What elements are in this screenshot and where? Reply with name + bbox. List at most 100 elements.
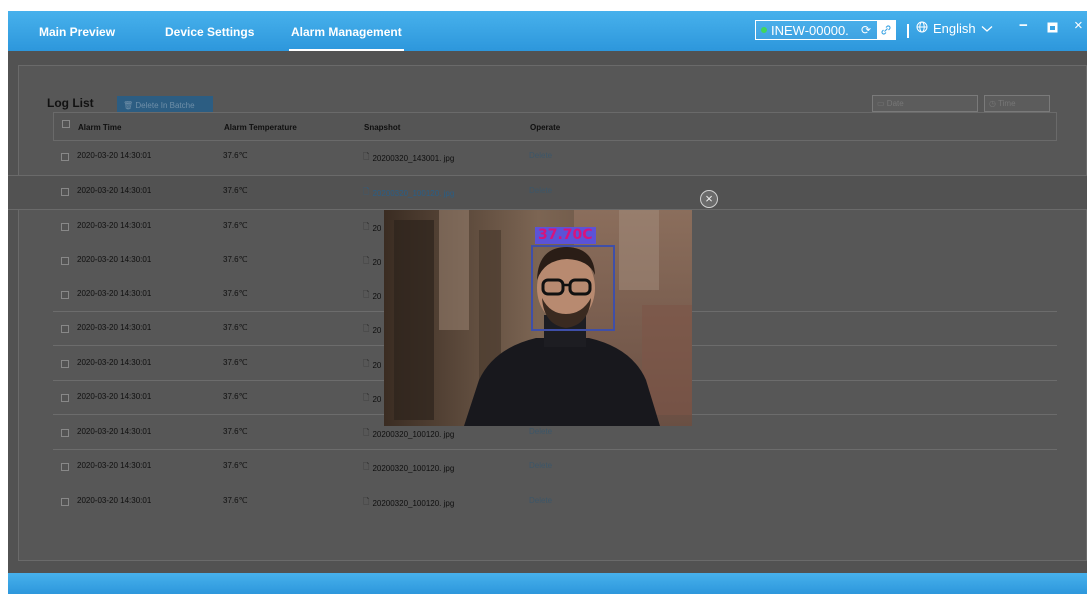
row-checkbox[interactable] bbox=[61, 498, 69, 506]
snapshot-link[interactable]: 🗋 20 bbox=[363, 255, 381, 269]
language-selector[interactable]: English bbox=[916, 21, 993, 36]
calendar-icon: ▭ bbox=[877, 99, 885, 108]
row-checkbox[interactable] bbox=[61, 360, 69, 368]
status-bar bbox=[8, 573, 1087, 594]
select-all-checkbox[interactable] bbox=[62, 120, 70, 128]
file-icon: 🗋 bbox=[363, 462, 370, 471]
snapshot-filename: 20 bbox=[372, 223, 382, 233]
row-checkbox[interactable] bbox=[61, 223, 69, 231]
chevron-down-icon bbox=[981, 21, 993, 36]
divider bbox=[907, 24, 909, 38]
refresh-icon[interactable]: ⟳ bbox=[861, 23, 871, 37]
table-header: Alarm Time Alarm Temperature Snapshot Op… bbox=[53, 112, 1057, 141]
snapshot-filename: 20 bbox=[372, 394, 382, 404]
file-icon: 🗋 bbox=[363, 324, 370, 333]
alarm-time-cell: 2020-03-20 14:30:01 bbox=[77, 496, 152, 505]
alarm-temperature-cell: 37.6℃ bbox=[223, 221, 248, 230]
file-icon: 🗋 bbox=[363, 393, 370, 402]
close-window-button[interactable]: × bbox=[1074, 17, 1083, 34]
alarm-temperature-cell: 37.6℃ bbox=[223, 358, 248, 367]
row-checkbox[interactable] bbox=[61, 429, 69, 437]
snapshot-link[interactable]: 🗋 20 bbox=[363, 392, 381, 406]
snapshot-preview: 37.70C bbox=[384, 210, 692, 426]
alarm-temperature-cell: 37.6℃ bbox=[223, 151, 248, 160]
close-preview-button[interactable]: × bbox=[700, 190, 718, 208]
column-header-snapshot: Snapshot bbox=[364, 123, 401, 132]
row-checkbox[interactable] bbox=[61, 188, 69, 196]
link-icon[interactable] bbox=[877, 21, 895, 39]
delete-link[interactable]: Delete bbox=[529, 151, 552, 160]
minimize-button[interactable]: − bbox=[1019, 17, 1028, 34]
alarm-time-cell: 2020-03-20 14:30:01 bbox=[77, 461, 152, 470]
snapshot-filename: 20200320_100120. jpg bbox=[372, 498, 455, 508]
snapshot-link[interactable]: 🗋 20 bbox=[363, 221, 381, 235]
file-icon: 🗋 bbox=[363, 187, 370, 196]
alarm-time-cell: 2020-03-20 14:30:01 bbox=[77, 392, 152, 401]
device-selector[interactable]: INEW-00000. ⟳ bbox=[755, 20, 896, 40]
alarm-time-cell: 2020-03-20 14:30:01 bbox=[77, 255, 152, 264]
snapshot-link[interactable]: 🗋 20200320_100120. jpg bbox=[363, 461, 454, 475]
alarm-time-cell: 2020-03-20 14:30:01 bbox=[77, 186, 152, 195]
delete-link[interactable]: Delete bbox=[529, 461, 552, 470]
delete-link[interactable]: Delete bbox=[529, 186, 552, 195]
alarm-temperature-cell: 37.6℃ bbox=[223, 255, 248, 264]
tab-main-preview[interactable]: Main Preview bbox=[39, 11, 115, 51]
tab-device-settings[interactable]: Device Settings bbox=[165, 11, 254, 51]
alarm-time-cell: 2020-03-20 14:30:01 bbox=[77, 289, 152, 298]
snapshot-filename: 20200320_100120. jpg bbox=[372, 429, 455, 439]
alarm-temperature-cell: 37.6℃ bbox=[223, 186, 248, 195]
snapshot-link[interactable]: 🗋 20200320_100120. jpg bbox=[363, 496, 454, 510]
alarm-temperature-cell: 37.6℃ bbox=[223, 461, 248, 470]
alarm-time-cell: 2020-03-20 14:30:01 bbox=[77, 323, 152, 332]
row-checkbox[interactable] bbox=[61, 291, 69, 299]
snapshot-filename: 20200320_100120. jpg bbox=[372, 188, 455, 198]
snapshot-filename: 20 bbox=[372, 291, 382, 301]
snapshot-filename: 20 bbox=[372, 325, 382, 335]
file-icon: 🗋 bbox=[363, 256, 370, 265]
alarm-temperature-cell: 37.6℃ bbox=[223, 496, 248, 505]
column-header-alarm-temperature: Alarm Temperature bbox=[224, 123, 297, 132]
file-icon: 🗋 bbox=[363, 359, 370, 368]
language-label: English bbox=[933, 21, 976, 36]
delete-in-batch-label: Delete In Batche bbox=[135, 101, 195, 110]
snapshot-filename: 20 bbox=[372, 360, 382, 370]
alarm-temperature-cell: 37.6℃ bbox=[223, 427, 248, 436]
file-icon: 🗋 bbox=[363, 222, 370, 231]
table-row[interactable]: 2020-03-20 14:30:01 37.6℃ 🗋 20200320_100120… bbox=[53, 485, 1057, 519]
snapshot-link[interactable]: 🗋 20 bbox=[363, 358, 381, 372]
table-row[interactable]: 2020-03-20 14:30:01 37.6℃ 🗋 20200320_143001… bbox=[53, 140, 1057, 174]
snapshot-link[interactable]: 🗋 20200320_100120. jpg bbox=[363, 186, 454, 200]
table-row[interactable]: 2020-03-20 14:30:01 37.6℃ 🗋 20200320_100120… bbox=[53, 175, 1057, 209]
alarm-time-cell: 2020-03-20 14:30:01 bbox=[77, 427, 152, 436]
alarm-temperature-cell: 37.6℃ bbox=[223, 392, 248, 401]
row-checkbox[interactable] bbox=[61, 325, 69, 333]
delete-link[interactable]: Delete bbox=[529, 427, 552, 436]
snapshot-filename: 20 bbox=[372, 257, 382, 267]
snapshot-link[interactable]: 🗋 20200320_100120. jpg bbox=[363, 427, 454, 441]
row-checkbox[interactable] bbox=[61, 257, 69, 265]
alarm-time-cell: 2020-03-20 14:30:01 bbox=[77, 151, 152, 160]
title-bar: Main Preview Device Settings Alarm Manag… bbox=[8, 11, 1087, 51]
alarm-time-cell: 2020-03-20 14:30:01 bbox=[77, 358, 152, 367]
snapshot-link[interactable]: 🗋 20200320_143001. jpg bbox=[363, 151, 454, 165]
maximize-button[interactable] bbox=[1047, 20, 1058, 37]
clock-icon: ◷ bbox=[989, 99, 996, 108]
table-row[interactable]: 2020-03-20 14:30:01 37.6℃ 🗋 20200320_100120… bbox=[53, 450, 1057, 484]
row-checkbox[interactable] bbox=[61, 153, 69, 161]
temperature-label: 37.70C bbox=[535, 227, 596, 244]
tab-alarm-management[interactable]: Alarm Management bbox=[289, 11, 404, 51]
time-filter[interactable]: ◷ Time bbox=[984, 95, 1050, 112]
column-header-operate: Operate bbox=[530, 123, 561, 132]
delete-link[interactable]: Delete bbox=[529, 496, 552, 505]
file-icon: 🗋 bbox=[363, 497, 370, 506]
snapshot-link[interactable]: 🗋 20 bbox=[363, 289, 381, 303]
date-filter[interactable]: ▭ Date bbox=[872, 95, 978, 112]
time-placeholder: Time bbox=[998, 99, 1016, 108]
online-status-dot bbox=[761, 27, 767, 33]
row-checkbox[interactable] bbox=[61, 463, 69, 471]
alarm-temperature-cell: 37.6℃ bbox=[223, 323, 248, 332]
page-title: Log List bbox=[47, 96, 94, 110]
date-placeholder: Date bbox=[886, 99, 904, 108]
row-checkbox[interactable] bbox=[61, 394, 69, 402]
snapshot-link[interactable]: 🗋 20 bbox=[363, 323, 381, 337]
